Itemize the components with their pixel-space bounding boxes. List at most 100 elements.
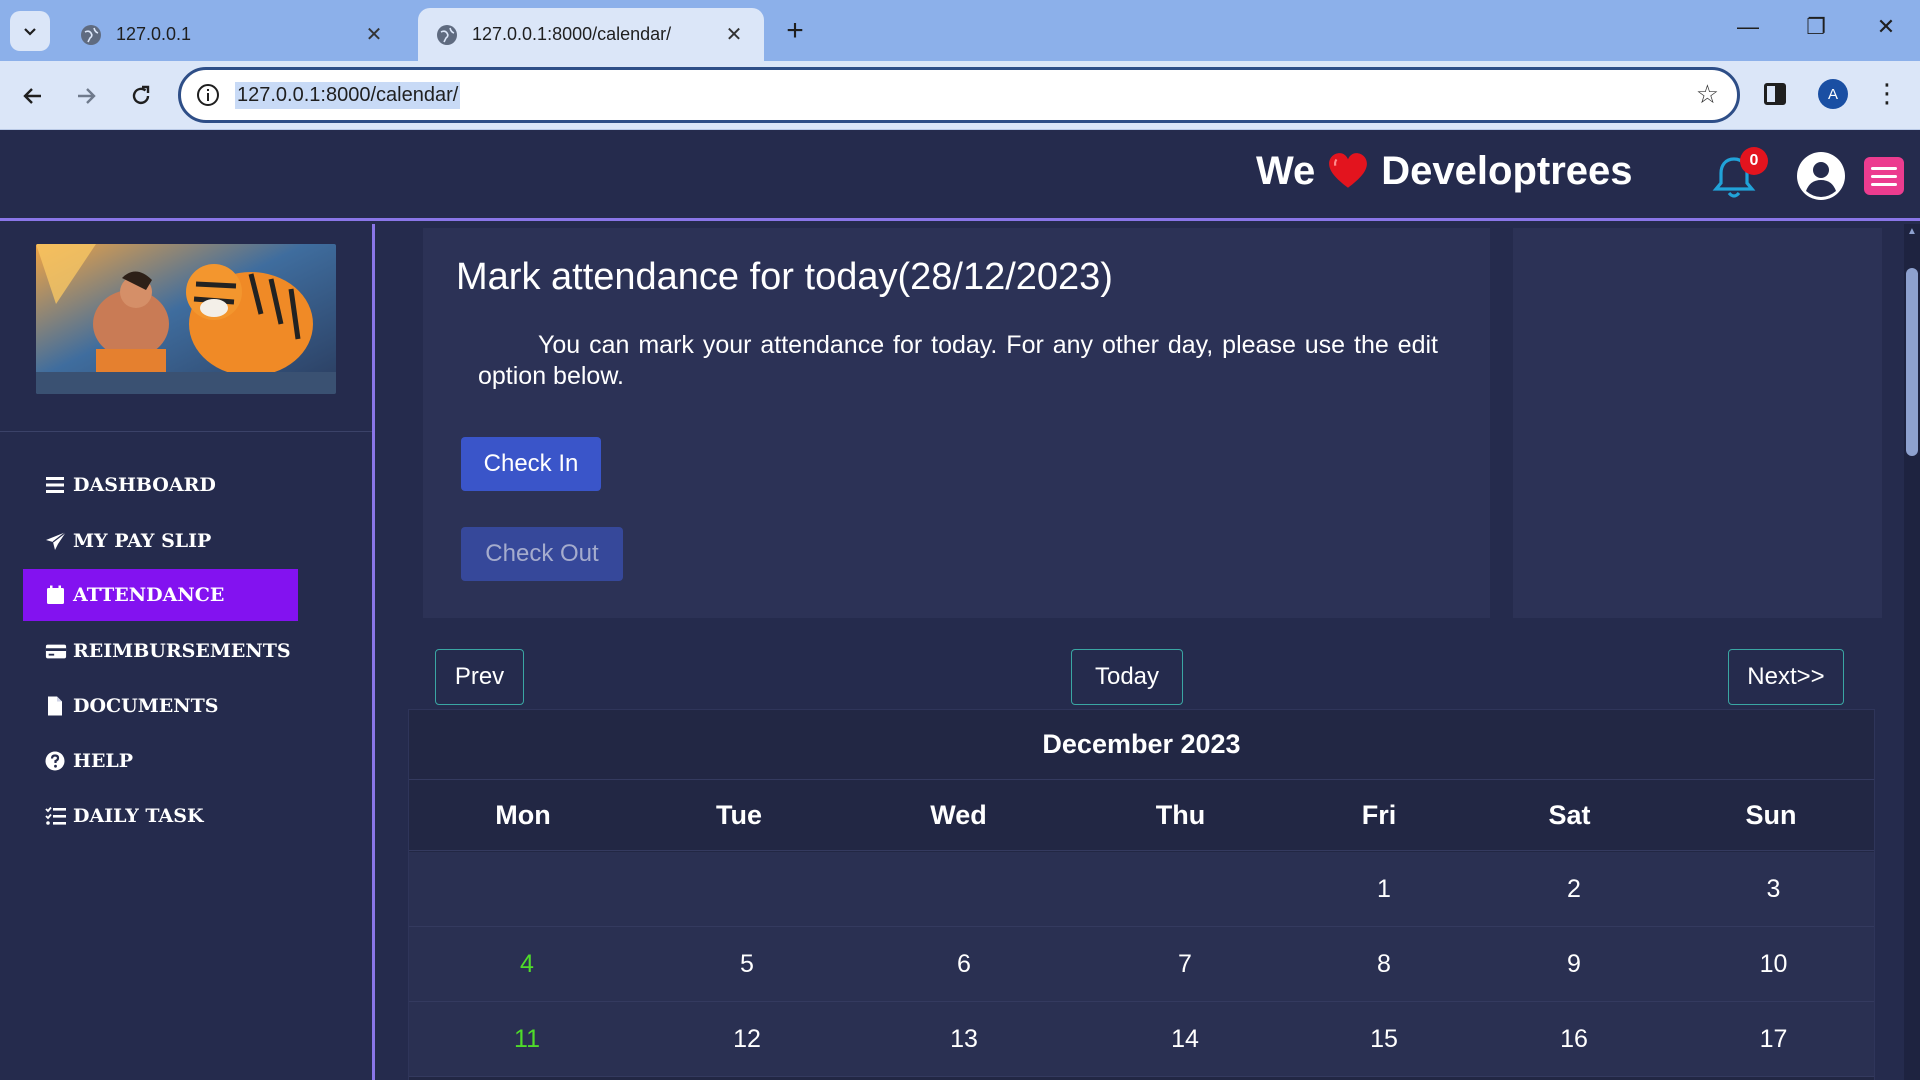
calendar-weekday-header: Mon Tue Wed Thu Fri Sat Sun xyxy=(409,780,1874,851)
calendar-day-cell-highlighted[interactable]: 4 xyxy=(409,927,645,1001)
browser-tab-bar: 127.0.0.1 ✕ 127.0.0.1:8000/calendar/ ✕ +… xyxy=(0,0,1920,61)
question-circle-icon xyxy=(45,751,65,771)
check-in-button[interactable]: Check In xyxy=(461,437,601,491)
profile-avatar[interactable]: A xyxy=(1818,79,1848,109)
globe-icon xyxy=(437,24,457,45)
calendar-day-cell[interactable]: 15 xyxy=(1291,1002,1477,1076)
main-content: Mark attendance for today(28/12/2023) Yo… xyxy=(376,224,1904,1080)
calendar-icon xyxy=(47,585,64,604)
chevron-down-icon xyxy=(24,28,36,36)
attendance-description: You can mark your attendance for today. … xyxy=(478,331,1438,390)
calendar-day-cell[interactable] xyxy=(645,852,849,926)
list-icon xyxy=(45,806,66,825)
calendar-day-cell-highlighted[interactable]: 11 xyxy=(409,1002,645,1076)
weekday-label: Sat xyxy=(1548,799,1591,830)
sidebar-item-dashboard[interactable]: DASHBOARD xyxy=(23,459,298,511)
close-icon[interactable]: ✕ xyxy=(722,22,746,47)
site-info-icon[interactable] xyxy=(195,82,221,108)
sidebar-item-label: DOCUMENTS xyxy=(73,695,219,717)
sidebar-divider xyxy=(0,431,372,432)
app-header: We Developtrees 0 xyxy=(0,131,1920,221)
calendar-day-cell[interactable]: 14 xyxy=(1079,1002,1291,1076)
tab-title: 127.0.0.1:8000/calendar/ xyxy=(472,24,672,44)
user-account-icon[interactable] xyxy=(1796,151,1846,201)
heart-icon xyxy=(1329,152,1368,188)
calendar-day-cell[interactable]: 3 xyxy=(1671,852,1876,926)
arrow-left-icon xyxy=(23,88,41,104)
scrollbar-thumb[interactable] xyxy=(1906,268,1918,456)
brand: We Developtrees xyxy=(1256,149,1633,194)
back-button[interactable] xyxy=(15,78,51,114)
sidebar: DASHBOARD MY PAY SLIP ATTENDANCE REIMBUR… xyxy=(0,224,375,1080)
calendar-today-button[interactable]: Today xyxy=(1071,649,1183,705)
sidebar-item-daily-task[interactable]: DAILY TASK xyxy=(23,790,298,842)
close-icon[interactable]: ✕ xyxy=(362,22,386,47)
side-panel-card xyxy=(1513,228,1882,618)
calendar-day-cell[interactable]: 2 xyxy=(1477,852,1671,926)
paper-plane-icon xyxy=(46,531,67,550)
calendar-day-cell[interactable]: 1 xyxy=(1291,852,1477,926)
tab-title: 127.0.0.1 xyxy=(116,24,192,44)
calendar-day-cell[interactable] xyxy=(849,852,1079,926)
weekday-label: Fri xyxy=(1361,799,1397,830)
browser-toolbar: 127.0.0.1:8000/calendar/ ☆ A ⋮ xyxy=(0,61,1920,130)
reload-button[interactable] xyxy=(123,78,159,114)
bookmark-star-icon[interactable]: ☆ xyxy=(1696,79,1719,110)
minimize-icon[interactable]: — xyxy=(1732,14,1764,40)
sidebar-item-help[interactable]: HELP xyxy=(23,735,298,787)
sidebar-item-label: DASHBOARD xyxy=(73,474,216,496)
window-close-icon[interactable]: ✕ xyxy=(1870,14,1902,40)
globe-icon xyxy=(81,24,101,45)
page-title: Mark attendance for today(28/12/2023) xyxy=(456,256,1113,298)
tab-search-button[interactable] xyxy=(10,11,50,51)
url-text[interactable]: 127.0.0.1:8000/calendar/ xyxy=(235,81,461,109)
new-tab-button[interactable]: + xyxy=(780,14,810,48)
kebab-menu-icon[interactable]: ⋮ xyxy=(1874,75,1900,111)
scroll-up-icon[interactable]: ▲ xyxy=(1906,226,1918,240)
hamburger-menu-button[interactable] xyxy=(1864,157,1904,195)
attendance-card: Mark attendance for today(28/12/2023) Yo… xyxy=(423,228,1490,618)
credit-card-icon xyxy=(45,644,67,659)
calendar-day-cell[interactable]: 6 xyxy=(849,927,1079,1001)
check-out-button[interactable]: Check Out xyxy=(461,527,623,581)
bars-icon xyxy=(46,477,64,493)
calendar-day-cell[interactable]: 8 xyxy=(1291,927,1477,1001)
sidebar-item-label: HELP xyxy=(73,750,134,772)
calendar-day-cell[interactable]: 13 xyxy=(849,1002,1079,1076)
sidebar-item-label: DAILY TASK xyxy=(73,805,204,827)
address-bar[interactable]: 127.0.0.1:8000/calendar/ ☆ xyxy=(178,67,1740,123)
arrow-right-icon xyxy=(78,88,96,104)
browser-tab-active[interactable]: 127.0.0.1:8000/calendar/ ✕ xyxy=(418,8,764,61)
calendar-day-cell[interactable] xyxy=(409,852,645,926)
sidebar-item-pay-slip[interactable]: MY PAY SLIP xyxy=(23,515,298,567)
sidebar-item-documents[interactable]: DOCUMENTS xyxy=(23,680,298,732)
brand-name: Developtrees xyxy=(1381,149,1633,193)
calendar-day-cell[interactable]: 5 xyxy=(645,927,849,1001)
calendar-day-cell[interactable]: 16 xyxy=(1477,1002,1671,1076)
sidebar-item-label: ATTENDANCE xyxy=(73,584,225,606)
sidebar-item-reimbursements[interactable]: REIMBURSEMENTS xyxy=(23,625,298,677)
sidebar-item-attendance[interactable]: ATTENDANCE xyxy=(23,569,298,621)
calendar-prev-button[interactable]: Prev xyxy=(435,649,524,705)
restore-icon[interactable]: ❐ xyxy=(1800,14,1832,40)
calendar-day-cell[interactable]: 9 xyxy=(1477,927,1671,1001)
calendar-week-row: 4 5 6 7 8 9 10 xyxy=(409,927,1874,1002)
reload-icon xyxy=(132,85,150,105)
sidebar-item-label: MY PAY SLIP xyxy=(73,530,212,552)
weekday-label: Tue xyxy=(716,799,762,830)
calendar-day-cell[interactable]: 17 xyxy=(1671,1002,1876,1076)
weekday-label: Mon xyxy=(495,799,551,830)
calendar-table: December 2023 Mon Tue Wed Thu Fri Sat Su… xyxy=(408,709,1875,1080)
side-panel-icon[interactable] xyxy=(1764,83,1786,105)
calendar-next-button[interactable]: Next>> xyxy=(1728,649,1844,705)
calendar-day-cell[interactable] xyxy=(1079,852,1291,926)
calendar-day-cell[interactable]: 12 xyxy=(645,1002,849,1076)
forward-button[interactable] xyxy=(68,78,104,114)
company-logo-image xyxy=(36,244,336,394)
browser-tab[interactable]: 127.0.0.1 ✕ xyxy=(62,8,404,61)
calendar-day-cell[interactable]: 10 xyxy=(1671,927,1876,1001)
calendar-day-cell[interactable]: 7 xyxy=(1079,927,1291,1001)
brand-prefix: We xyxy=(1256,149,1316,193)
notification-badge: 0 xyxy=(1740,147,1768,175)
sidebar-item-label: REIMBURSEMENTS xyxy=(73,640,291,662)
